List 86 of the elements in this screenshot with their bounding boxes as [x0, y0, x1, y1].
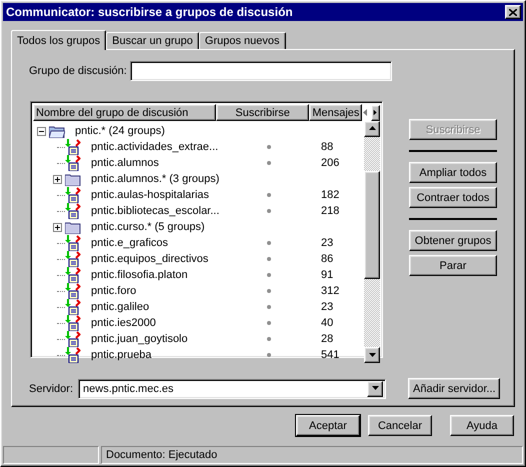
- dialog-button[interactable]: Aceptar: [296, 415, 360, 436]
- newsgroup-icon: [65, 315, 81, 331]
- scroll-right-button[interactable]: [371, 104, 380, 120]
- unsubscribed-dot-icon[interactable]: [267, 305, 271, 309]
- newsgroup-icon: [65, 251, 81, 267]
- unsubscribed-dot-icon[interactable]: [267, 209, 271, 213]
- folder-name[interactable]: pntic.* (24 groups): [75, 125, 165, 137]
- dialog-button[interactable]: Ayuda: [450, 415, 514, 436]
- column-header[interactable]: Suscribirse: [216, 104, 310, 121]
- newsgroup-name[interactable]: pntic.foro: [91, 285, 136, 297]
- unsubscribed-dot-icon[interactable]: [267, 241, 271, 245]
- close-icon: [509, 8, 517, 16]
- tab[interactable]: Todos los grupos: [11, 30, 106, 50]
- newsgroup-name[interactable]: pntic.equipos_directivos: [91, 253, 208, 265]
- newsgroup-name[interactable]: pntic.juan_goytisolo: [91, 333, 188, 345]
- message-count: 86: [321, 253, 334, 265]
- folder-name[interactable]: pntic.curso.* (5 groups): [91, 221, 205, 233]
- newsgroup-icon: [65, 235, 81, 251]
- field-label: Grupo de discusión:: [29, 65, 127, 77]
- dialog-button[interactable]: Cancelar: [368, 415, 432, 436]
- message-count: 23: [321, 237, 334, 249]
- unsubscribed-dot-icon[interactable]: [267, 161, 271, 165]
- unsubscribed-dot-icon[interactable]: [267, 321, 271, 325]
- message-count: 206: [321, 157, 340, 169]
- message-count: 182: [321, 189, 340, 201]
- unsubscribed-dot-icon[interactable]: [267, 337, 271, 341]
- newsgroup-icon: [65, 267, 81, 283]
- scroll-down-button[interactable]: [364, 347, 380, 363]
- newsgroup-name[interactable]: pntic.galileo: [91, 301, 150, 313]
- message-count: 28: [321, 333, 334, 345]
- folder-icon: [49, 124, 65, 138]
- newsgroup-name[interactable]: pntic.alumnos: [91, 157, 159, 169]
- dropdown-button[interactable]: [367, 380, 384, 396]
- server-label: Servidor:: [29, 382, 74, 394]
- close-button[interactable]: [505, 5, 521, 19]
- newsgroup-icon: [65, 299, 81, 315]
- newsgroup-icon: [65, 331, 81, 347]
- newsgroup-name[interactable]: pntic.aulas-hospitalarias: [91, 189, 210, 201]
- tab[interactable]: Grupos nuevos: [198, 32, 286, 49]
- message-count: 40: [321, 317, 334, 329]
- newsgroup-icon: [65, 283, 81, 299]
- newsgroup-name[interactable]: pntic.prueba: [91, 349, 152, 361]
- side-button[interactable]: Contraer todos: [409, 187, 497, 208]
- newsgroup-name[interactable]: pntic.bibliotecas_escolar...: [91, 205, 220, 217]
- message-count: 91: [321, 269, 334, 281]
- window-title: Communicator: suscribirse a grupos de discusión: [6, 5, 293, 19]
- unsubscribed-dot-icon[interactable]: [267, 289, 271, 293]
- newsgroup-name[interactable]: pntic.ies2000: [91, 317, 156, 329]
- down-arrow-icon: [368, 350, 376, 360]
- unsubscribed-dot-icon[interactable]: [267, 273, 271, 277]
- input-field[interactable]: [130, 61, 392, 81]
- folder-name[interactable]: pntic.alumnos.* (3 groups): [91, 173, 220, 185]
- newsgroup-icon: [65, 187, 81, 203]
- side-button[interactable]: Ampliar todos: [409, 162, 497, 183]
- folder-icon: [65, 172, 81, 186]
- message-count: 88: [321, 141, 334, 153]
- unsubscribed-dot-icon[interactable]: [267, 353, 271, 357]
- expand-icon[interactable]: [53, 174, 62, 184]
- unsubscribed-dot-icon[interactable]: [267, 257, 271, 261]
- side-button[interactable]: Obtener grupos: [409, 230, 497, 251]
- newsgroup-icon: [65, 155, 81, 171]
- tab[interactable]: Buscar un grupo: [106, 32, 199, 49]
- status-text: Documento: Ejecutado: [101, 446, 523, 464]
- side-button[interactable]: Parar: [409, 255, 497, 276]
- message-count: 312: [321, 285, 340, 297]
- scroll-thumb[interactable]: [364, 171, 380, 279]
- newsgroup-icon: [65, 203, 81, 219]
- server-dropdown[interactable]: news.pntic.mec.es: [78, 378, 386, 398]
- message-count: 23: [321, 301, 334, 313]
- newsgroup-name[interactable]: pntic.filosofia.platon: [91, 269, 188, 281]
- message-count: 541: [321, 349, 340, 361]
- newsgroup-name[interactable]: pntic.e_graficos: [91, 237, 168, 249]
- newsgroup-name[interactable]: pntic.actividades_extrae...: [91, 141, 218, 153]
- unsubscribed-dot-icon[interactable]: [267, 145, 271, 149]
- unsubscribed-dot-icon[interactable]: [267, 193, 271, 197]
- expand-icon[interactable]: [53, 222, 62, 232]
- collapse-icon[interactable]: [37, 126, 46, 136]
- column-header[interactable]: Mensajes: [309, 104, 362, 121]
- right-arrow-icon: [372, 108, 379, 117]
- message-count: 218: [321, 205, 340, 217]
- column-header[interactable]: Nombre del grupo de discusión: [33, 104, 216, 121]
- newsgroup-icon: [65, 347, 81, 363]
- folder-icon: [65, 220, 81, 234]
- add-server-button[interactable]: Añadir servidor...: [408, 378, 500, 399]
- newsgroup-icon: [65, 139, 81, 155]
- scroll-up-button[interactable]: [364, 121, 380, 137]
